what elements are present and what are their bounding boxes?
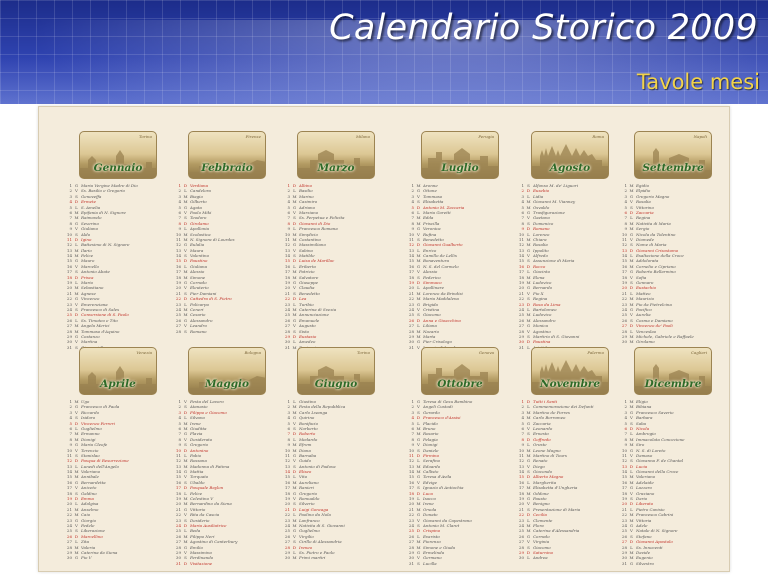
day-row: 28 S Romano	[173, 329, 281, 334]
month-settembre: Napoli Settembre 1 M Egidio 2 M Elpidio 3 G Gregor…	[619, 131, 727, 344]
month-illustration: Roma Agosto	[531, 131, 609, 179]
month-dicembre: Cagliari Dicembre 1 M Eligio 2 M Bibiana 3 G Franc…	[619, 347, 727, 566]
day-row: 31 G Silvestro	[619, 561, 727, 566]
month-illustration: Venezia Aprile	[79, 347, 157, 395]
day-list: 1 G Teresa di Gesu Bambino 2 V Angeli Custodi…	[406, 399, 514, 566]
month-marzo: Milano Marzo 1 D Albino 2 L Basilio 3 M Marino 4 M Ca…	[282, 131, 390, 350]
day-number: 30	[66, 555, 72, 561]
day-number: 30	[518, 555, 524, 561]
month-aprile: Venezia Aprile 1 M Ugo 2 G Francesco di Paola 3 V…	[64, 347, 172, 560]
day-list: 1 D Tutti i Santi 2 L Commemorazione dei Defu…	[516, 399, 624, 561]
weekday-letter: M	[629, 339, 634, 345]
month-illustration: Milano Marzo	[297, 131, 375, 179]
day-list: 1 V Festa del Lavoro 2 S Atanasio 3 D Filippo e …	[173, 399, 281, 566]
month-name: Giugno	[314, 378, 358, 390]
weekday-letter: G	[74, 555, 79, 561]
city-label: Genova	[478, 350, 494, 355]
page-subtitle: Tavole mesi	[636, 70, 760, 94]
day-list: 1 M Aronne 2 G Ottone 3 V Tommaso 4 S Elisabetta 5 D A…	[406, 183, 514, 350]
weekday-letter: L	[527, 555, 530, 561]
day-number: 31	[408, 560, 414, 566]
month-ottobre: Genova Ottobre 1 G Teresa di Gesu Bambino 2 V A…	[406, 347, 514, 566]
saint-name: Silvestro	[636, 560, 654, 566]
city-label: Napoli	[693, 134, 707, 139]
month-illustration: Torino Giugno	[297, 347, 375, 395]
month-name: Dicembre	[644, 378, 702, 390]
day-row: 30 G Pio V	[64, 555, 172, 560]
slide-header: Calendario Storico 2009 Tavole mesi	[0, 0, 768, 104]
page-title: Calendario Storico 2009	[329, 8, 758, 48]
month-agosto: Roma Agosto 1 S Alfonso M. de' Liguori 2 D Euse…	[516, 131, 624, 350]
day-list: 1 S Alfonso M. de' Liguori 2 D Eusebio 3 L Lidia…	[516, 183, 624, 350]
city-label: Roma	[592, 134, 604, 139]
city-label: Firenze	[245, 134, 261, 139]
day-list: 1 G Maria Vergine Madre di Dio 2 V Ss. Basili…	[64, 183, 172, 350]
month-maggio: Bologna Maggio 1 V Festa del Lavoro 2 S Atanasi…	[173, 347, 281, 566]
city-label: Venezia	[136, 350, 152, 355]
weekday-letter: M	[292, 555, 297, 561]
month-name: Aprile	[100, 378, 136, 390]
weekday-letter: G	[629, 560, 634, 566]
day-list: 1 D Albino 2 L Basilio 3 M Marino 4 M Casimiro 5 G Adr…	[282, 183, 390, 350]
month-name: Settembre	[642, 162, 704, 174]
month-illustration: Perugia Luglio	[421, 131, 499, 179]
day-number: 28	[175, 328, 181, 334]
city-label: Milano	[355, 134, 370, 139]
day-row: 30 L Andrea	[516, 555, 624, 560]
saint-name: Visitazione	[190, 560, 213, 566]
month-name: Novembre	[539, 378, 601, 390]
day-number: 30	[621, 339, 627, 345]
city-label: Perugia	[478, 134, 494, 139]
month-name: Gennaio	[93, 162, 143, 174]
month-name: Maggio	[204, 378, 250, 390]
day-list: 1 M Ugo 2 G Francesco di Paola 3 V Riccardo 4 S Isi…	[64, 399, 172, 561]
day-row: 30 M Primi martiri	[282, 555, 390, 560]
month-giugno: Torino Giugno 1 L Giustino 2 M Festa della Repu…	[282, 347, 390, 560]
saint-name: Primi martiri	[299, 555, 326, 561]
city-label: Torino	[139, 134, 152, 139]
month-illustration: Torino Gennaio	[79, 131, 157, 179]
month-gennaio: Torino Gennaio 1 G Maria Vergine Madre di Di…	[64, 131, 172, 350]
weekday-letter: S	[184, 328, 187, 334]
day-number: 30	[284, 555, 290, 561]
month-name: Febbraio	[201, 162, 253, 174]
day-row: 31 D Visitazione	[173, 561, 281, 566]
month-febbraio: Firenze Febbraio 1 D Verdiana 2 L Candelora 3 M Bi…	[173, 131, 281, 336]
day-list: 1 D Verdiana 2 L Candelora 3 M Biagio 4 M Gilberto 5…	[173, 183, 281, 334]
month-illustration: Genova Ottobre	[421, 347, 499, 395]
day-number: 31	[621, 560, 627, 566]
month-name: Marzo	[317, 162, 355, 174]
month-illustration: Bologna Maggio	[188, 347, 266, 395]
day-list: 1 M Eligio 2 M Bibiana 3 G Francesco Saverio 4 V Ba…	[619, 399, 727, 566]
month-illustration: Palermo Novembre	[531, 347, 609, 395]
weekday-letter: D	[183, 560, 188, 566]
day-list: 1 M Egidio 2 M Elpidio 3 G Gregorio Magno 4 V Rosal…	[619, 183, 727, 345]
saint-name: Pio V	[81, 555, 92, 561]
saint-name: Girolamo	[636, 339, 655, 345]
month-illustration: Cagliari Dicembre	[634, 347, 712, 395]
month-name: Ottobre	[437, 378, 483, 390]
saint-name: Romano	[190, 328, 207, 334]
city-label: Torino	[357, 350, 370, 355]
city-label: Bologna	[244, 350, 261, 355]
city-label: Palermo	[587, 350, 604, 355]
day-row: 30 M Girolamo	[619, 339, 727, 344]
weekday-letter: S	[417, 560, 420, 566]
month-novembre: Palermo Novembre 1 D Tutti i Santi 2 L Commemor…	[516, 347, 624, 560]
month-name: Luglio	[441, 162, 479, 174]
saint-name: Lucilla	[423, 560, 437, 566]
day-list: 1 L Giustino 2 M Festa della Repubblica 3 M Carl…	[282, 399, 390, 561]
calendar-sheet: Torino Gennaio 1 G Maria Vergine Madre di Di…	[38, 106, 730, 572]
month-name: Agosto	[549, 162, 591, 174]
day-row: 31 S Lucilla	[406, 561, 514, 566]
saint-name: Andrea	[533, 555, 548, 561]
month-illustration: Firenze Febbraio	[188, 131, 266, 179]
month-illustration: Napoli Settembre	[634, 131, 712, 179]
day-number: 31	[175, 560, 181, 566]
month-luglio: Perugia Luglio 1 M Aronne 2 G Ottone 3 V Tommaso 4 S…	[406, 131, 514, 350]
city-label: Cagliari	[690, 350, 707, 355]
